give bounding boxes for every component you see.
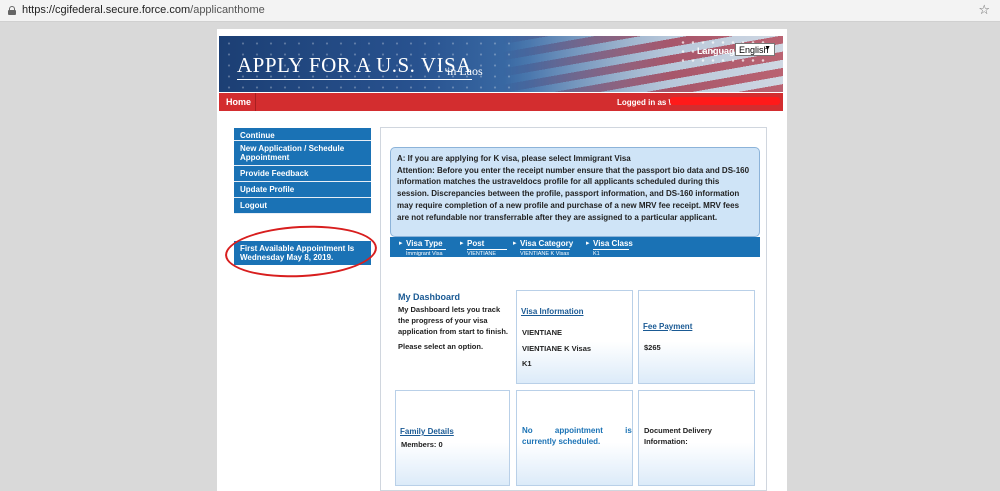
url-text[interactable]: https://cgifederal.secure.force.com/appl… xyxy=(22,4,265,16)
post-label: Post xyxy=(467,239,485,248)
family-members-count: Members: 0 xyxy=(401,440,443,449)
visa-info-category: VIENTIANE K Visas xyxy=(522,344,592,353)
bookmark-star-icon[interactable]: ☆ xyxy=(978,2,990,18)
notice-line-k-visa: A: If you are applying for K visa, pleas… xyxy=(397,154,631,163)
visa-type-value: Immigrant Visa xyxy=(406,251,443,257)
notice-attention: Attention: Before you enter the receipt … xyxy=(397,165,750,222)
fee-amount: $265 xyxy=(644,343,661,352)
post-column: Post VIENTIANE xyxy=(460,239,507,257)
lock-icon xyxy=(8,6,16,15)
sidebar-item-update-profile[interactable]: Update Profile xyxy=(234,182,371,198)
no-appointment-line1: No appointment is xyxy=(522,426,632,435)
site-country: in Laos xyxy=(447,64,483,78)
dashboard-description: My Dashboard lets you track the progress… xyxy=(398,305,509,336)
browser-address-bar[interactable]: https://cgifederal.secure.force.com/appl… xyxy=(0,0,1000,22)
sidebar-item-provide-feedback[interactable]: Provide Feedback xyxy=(234,166,371,182)
appointment-card[interactable]: No appointment is currently scheduled. xyxy=(516,390,633,486)
fee-payment-card[interactable]: Fee Payment $265 xyxy=(638,290,755,384)
hand-drawn-circle-annotation xyxy=(223,222,379,281)
document-delivery-line2: Information: xyxy=(644,437,688,446)
visa-class-label: Visa Class xyxy=(593,239,633,248)
site-title: APPLY FOR A U.S. VISA xyxy=(237,53,472,80)
sidebar-item-new-application[interactable]: New Application / Schedule Appointment xyxy=(234,141,371,166)
visa-class-value: K1 xyxy=(593,251,600,257)
redaction-mark xyxy=(670,97,780,105)
family-details-card[interactable]: Family Details Members: 0 xyxy=(395,390,510,486)
visa-info-post: VIENTIANE xyxy=(522,328,563,337)
visa-information-link[interactable]: Visa Information xyxy=(521,307,584,316)
main-panel: A: If you are applying for K visa, pleas… xyxy=(380,127,767,491)
sidebar-item-logout[interactable]: Logout xyxy=(234,198,371,214)
home-tab[interactable]: Home xyxy=(219,93,256,111)
visa-category-column: Visa Category VIENTIANE K Visas xyxy=(513,239,574,257)
logged-in-text: Logged in as \ xyxy=(617,98,671,107)
dashboard-intro: My Dashboard My Dashboard lets you track… xyxy=(398,292,510,352)
sidebar-item-continue[interactable]: Continue xyxy=(234,128,371,141)
sidebar-nav: Continue New Application / Schedule Appo… xyxy=(234,128,371,214)
visa-category-value: VIENTIANE K Visas xyxy=(520,251,570,257)
visa-category-label: Visa Category xyxy=(520,239,574,248)
page: APPLY FOR A U.S. VISA in Laos Language: … xyxy=(217,29,787,491)
visa-info-class: K1 xyxy=(522,359,532,368)
dashboard-prompt: Please select an option. xyxy=(398,342,484,351)
fee-payment-link[interactable]: Fee Payment xyxy=(643,322,692,331)
family-details-link[interactable]: Family Details xyxy=(400,427,454,436)
document-delivery-line1: Document Delivery xyxy=(644,426,712,435)
attention-notice: A: If you are applying for K visa, pleas… xyxy=(390,147,760,237)
site-banner: APPLY FOR A U.S. VISA in Laos Language: … xyxy=(219,36,783,92)
visa-information-card[interactable]: Visa Information VIENTIANE VIENTIANE K V… xyxy=(516,290,633,384)
no-appointment-line2: currently scheduled. xyxy=(522,437,601,446)
dashboard-title: My Dashboard xyxy=(398,292,461,302)
top-nav-bar: Home Logged in as \ xyxy=(219,93,783,111)
visa-type-column: Visa Type Immigrant Visa xyxy=(399,239,446,257)
visa-summary-bar: Visa Type Immigrant Visa Post VIENTIANE … xyxy=(390,237,760,257)
visa-class-column: Visa Class K1 xyxy=(586,239,633,257)
document-delivery-card[interactable]: Document Delivery Information: xyxy=(638,390,755,486)
visa-type-label: Visa Type xyxy=(406,239,443,248)
language-select[interactable]: English ▼ xyxy=(735,43,775,56)
post-value: VIENTIANE xyxy=(467,251,497,257)
caret-down-icon: ▼ xyxy=(764,45,771,52)
